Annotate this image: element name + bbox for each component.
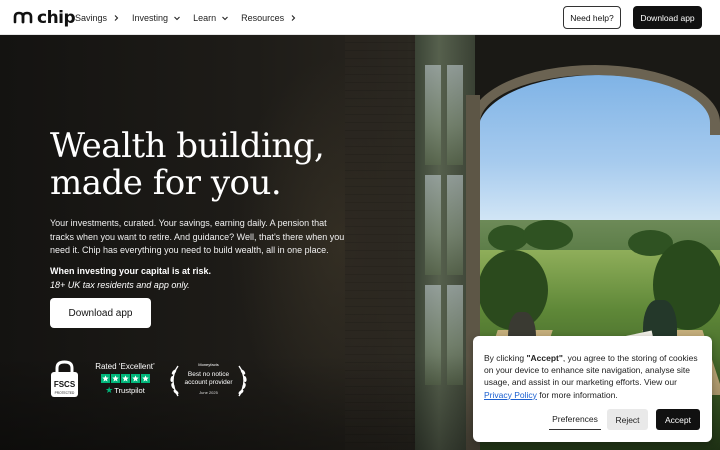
nav-item-label: Savings xyxy=(75,12,108,23)
fscs-protected-badge: FSCS PROTECTED xyxy=(51,360,78,397)
chip-logo[interactable]: chip xyxy=(12,7,76,28)
privacy-policy-link[interactable]: Privacy Policy xyxy=(484,390,537,400)
hero-subtext: Your investments, curated. Your savings,… xyxy=(50,218,345,255)
door-pane xyxy=(447,175,463,275)
tree xyxy=(523,220,573,250)
cookie-message: By clicking "Accept", you agree to the s… xyxy=(484,352,706,401)
nav-item-label: Learn xyxy=(193,12,217,23)
star-icon xyxy=(100,374,110,383)
nav-item-savings[interactable]: Savings xyxy=(75,13,120,23)
chevron-down-icon xyxy=(173,14,181,22)
cookie-text-accept: "Accept" xyxy=(526,353,563,363)
risk-warning-bold: When investing your capital is at risk. xyxy=(50,266,212,276)
award-title-line-2: account provider xyxy=(184,379,233,386)
nav-menu: Savings Investing Learn Resources xyxy=(75,0,309,35)
download-app-nav-button[interactable]: Download app xyxy=(633,6,702,29)
eligibility-note: 18+ UK tax residents and app only. xyxy=(50,279,190,290)
trustpilot-brand-label: Trustpilot xyxy=(114,386,145,395)
cookie-accept-button[interactable]: Accept xyxy=(656,409,700,430)
moneyfacts-award-badge: Moneyfacts Best no notice account provid… xyxy=(166,362,251,398)
award-source: Moneyfacts xyxy=(198,362,219,367)
nav-item-label: Resources xyxy=(241,12,285,23)
nav-item-investing[interactable]: Investing xyxy=(132,13,181,23)
award-date: June 2025 xyxy=(199,390,218,395)
download-app-hero-button[interactable]: Download app xyxy=(50,298,151,328)
door-pane xyxy=(425,175,441,275)
trustpilot-badge[interactable]: Rated ‘Excellent’ ★ Trustpilot xyxy=(93,362,157,396)
nav-item-label: Investing xyxy=(132,12,169,23)
chip-logo-icon xyxy=(13,11,33,23)
tree xyxy=(488,225,528,251)
headline-line-2: made for you. xyxy=(50,163,282,203)
door-pane xyxy=(425,65,441,165)
star-icon xyxy=(140,374,150,383)
cookie-preferences-button[interactable]: Preferences xyxy=(549,409,601,430)
star-icon xyxy=(110,374,120,383)
trustpilot-stars xyxy=(93,374,157,383)
top-navigation-bar: chip Savings Investing Learn Resources N… xyxy=(0,0,720,35)
chevron-right-icon xyxy=(289,14,297,22)
nav-item-resources[interactable]: Resources xyxy=(241,13,297,23)
chevron-right-icon xyxy=(112,14,120,22)
door-pane xyxy=(447,65,463,165)
headline-line-1: Wealth building, xyxy=(50,126,325,166)
star-icon xyxy=(120,374,130,383)
trustpilot-star-icon: ★ xyxy=(105,385,114,395)
nav-item-learn[interactable]: Learn xyxy=(193,13,229,23)
star-icon xyxy=(130,374,140,383)
cookie-text-start: By clicking xyxy=(484,353,527,363)
hero-headline: Wealth building, made for you. xyxy=(50,128,370,202)
award-title-line-1: Best no notice xyxy=(187,371,230,378)
trustpilot-rating-label: Rated ‘Excellent’ xyxy=(95,362,155,371)
logo-text: chip xyxy=(37,7,76,28)
cookie-consent-banner: By clicking "Accept", you agree to the s… xyxy=(473,336,712,442)
risk-warning: When investing your capital is at risk. … xyxy=(50,265,350,292)
chevron-down-icon xyxy=(221,14,229,22)
trustpilot-brand: ★ Trustpilot xyxy=(93,385,157,396)
fscs-text: FSCS xyxy=(54,380,76,389)
award-title: Best no notice account provider xyxy=(166,371,251,387)
need-help-button[interactable]: Need help? xyxy=(563,6,621,29)
cookie-text-end: for more information. xyxy=(536,389,618,400)
fscs-sub: PROTECTED xyxy=(55,391,75,395)
cookie-reject-button[interactable]: Reject xyxy=(607,409,648,430)
